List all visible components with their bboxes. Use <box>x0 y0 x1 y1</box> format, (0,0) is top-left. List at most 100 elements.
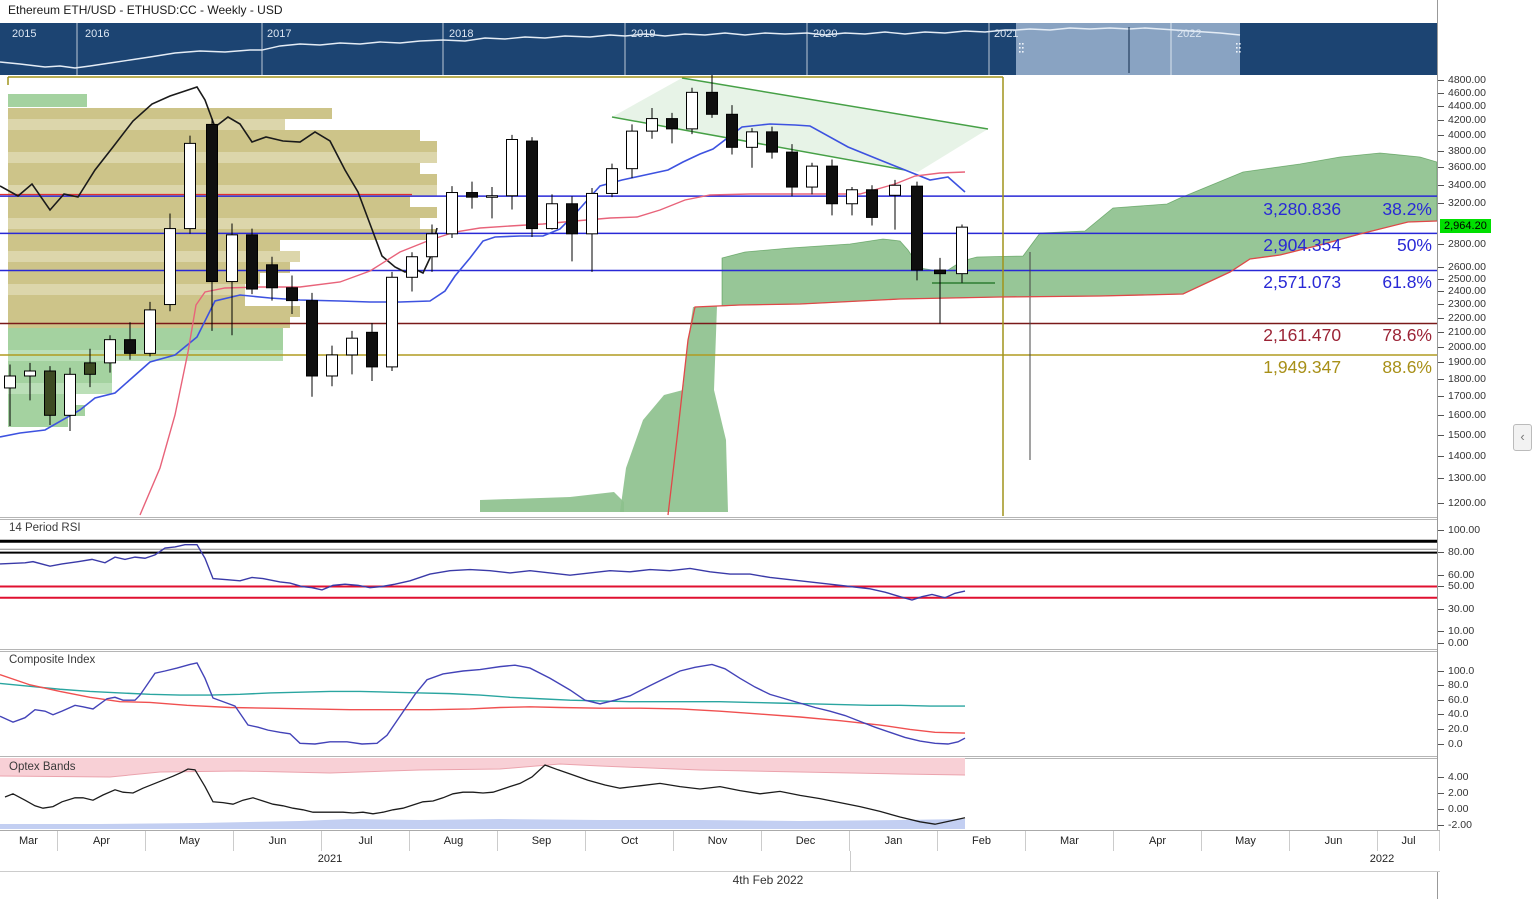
navigator-handle-left[interactable] <box>1019 47 1021 49</box>
candle[interactable] <box>367 323 378 381</box>
axis-tick-label: 3600.00 <box>1448 161 1486 173</box>
candle[interactable] <box>707 75 718 118</box>
axis-tick-label: 1700.00 <box>1448 390 1486 402</box>
candle[interactable] <box>687 88 698 134</box>
candle-body <box>185 143 196 228</box>
candle[interactable] <box>165 213 176 311</box>
candle-body <box>327 355 338 376</box>
rsi-panel-label: 14 Period RSI <box>9 522 81 534</box>
year-axis: 20212022 <box>0 851 1440 872</box>
fib-pct: 38.2% <box>1346 199 1432 220</box>
candle-body <box>727 114 738 147</box>
candle[interactable] <box>507 135 518 210</box>
axis-tick <box>1438 151 1444 152</box>
axis-tick <box>1438 332 1444 333</box>
main-chart-canvas[interactable] <box>0 75 1437 517</box>
axis-tick-label: 4800.00 <box>1448 74 1486 86</box>
main-chart-panel[interactable] <box>0 75 1437 517</box>
candle[interactable] <box>607 164 618 198</box>
candle[interactable] <box>247 229 258 295</box>
candle-body <box>65 374 76 415</box>
axis-tick <box>1438 80 1444 81</box>
candle[interactable] <box>527 137 538 237</box>
volume-profile-bar <box>8 284 245 295</box>
axis-tick-label: 1500.00 <box>1448 429 1486 441</box>
panel-separator[interactable] <box>0 517 1437 518</box>
composite-canvas[interactable] <box>0 651 1437 756</box>
candle[interactable] <box>347 331 358 374</box>
candle[interactable] <box>747 128 758 168</box>
candle[interactable] <box>307 293 318 397</box>
timeline-navigator[interactable]: 20152016201720182019202020212022 <box>0 23 1437 75</box>
candle[interactable] <box>487 187 498 218</box>
candle-body <box>267 265 278 288</box>
candle[interactable] <box>787 144 798 196</box>
axis-tick-label: 10.00 <box>1448 625 1474 637</box>
candle[interactable] <box>407 252 418 291</box>
axis-tick-label: 80.00 <box>1448 546 1474 558</box>
navigator-handle-right[interactable] <box>1239 51 1241 53</box>
axis-tick <box>1438 825 1444 826</box>
axis-tick <box>1438 362 1444 363</box>
axis-tick <box>1438 685 1444 686</box>
axis-tick-label: 2200.00 <box>1448 312 1486 324</box>
axis-tick-label: 4000.00 <box>1448 129 1486 141</box>
volume-profile-bar <box>8 207 437 218</box>
candle[interactable] <box>327 346 338 387</box>
panel-separator[interactable] <box>0 649 1437 650</box>
year-divider <box>850 851 851 871</box>
axis-tick <box>1438 167 1444 168</box>
navigator-handle-left[interactable] <box>1022 51 1024 53</box>
navigator-handle-right[interactable] <box>1236 47 1238 49</box>
candle[interactable] <box>467 182 478 209</box>
volume-profile-bar <box>8 174 437 185</box>
fib-pct: 88.6% <box>1346 357 1432 378</box>
candle[interactable] <box>912 182 923 281</box>
collapse-axis-button[interactable]: ‹ <box>1513 424 1532 451</box>
axis-tick <box>1438 552 1444 553</box>
navigator-handle-right[interactable] <box>1236 51 1238 53</box>
candle[interactable] <box>827 159 838 215</box>
axis-tick <box>1438 809 1444 810</box>
candle[interactable] <box>447 186 458 238</box>
candle[interactable] <box>627 124 638 178</box>
candle-body <box>747 132 758 147</box>
panel-separator[interactable] <box>0 756 1437 757</box>
candle-body <box>667 119 678 129</box>
navigator-handle-left[interactable] <box>1022 43 1024 45</box>
candle-body <box>347 338 358 355</box>
title-bar: Ethereum ETH/USD - ETHUSD:CC - Weekly - … <box>0 0 1536 23</box>
candle[interactable] <box>847 187 858 215</box>
month-label-dec-9: Dec <box>762 831 850 852</box>
candle[interactable] <box>807 163 818 195</box>
candle[interactable] <box>145 302 156 357</box>
axis-tick <box>1438 729 1444 730</box>
navigator-year-label: 2022 <box>1177 28 1201 40</box>
axis-tick-label: 40.0 <box>1448 708 1468 720</box>
navigator-handle-left[interactable] <box>1019 51 1021 53</box>
optex-canvas[interactable] <box>0 758 1437 830</box>
navigator-handle-right[interactable] <box>1239 43 1241 45</box>
month-label-jun-3: Jun <box>234 831 322 852</box>
candle[interactable] <box>387 272 398 371</box>
axis-tick-label: 4600.00 <box>1448 87 1486 99</box>
candle[interactable] <box>587 188 598 272</box>
candle[interactable] <box>890 180 901 230</box>
navigator-handle-left[interactable] <box>1022 47 1024 49</box>
rsi-canvas[interactable] <box>0 519 1437 649</box>
navigator-handle-right[interactable] <box>1239 47 1241 49</box>
candle[interactable] <box>185 136 196 234</box>
navigator-selection[interactable] <box>1016 23 1240 75</box>
candle-body <box>5 376 16 388</box>
axis-tick <box>1438 135 1444 136</box>
navigator-handle-left[interactable] <box>1019 43 1021 45</box>
navigator-canvas[interactable]: 20152016201720182019202020212022 <box>0 23 1437 75</box>
month-label-jul-16: Jul <box>1378 831 1440 852</box>
navigator-handle-right[interactable] <box>1236 43 1238 45</box>
candle[interactable] <box>547 194 558 229</box>
candle[interactable] <box>957 224 968 282</box>
candle[interactable] <box>867 185 878 225</box>
candle[interactable] <box>767 127 778 159</box>
candle[interactable] <box>567 196 578 261</box>
month-label-nov-8: Nov <box>674 831 762 852</box>
